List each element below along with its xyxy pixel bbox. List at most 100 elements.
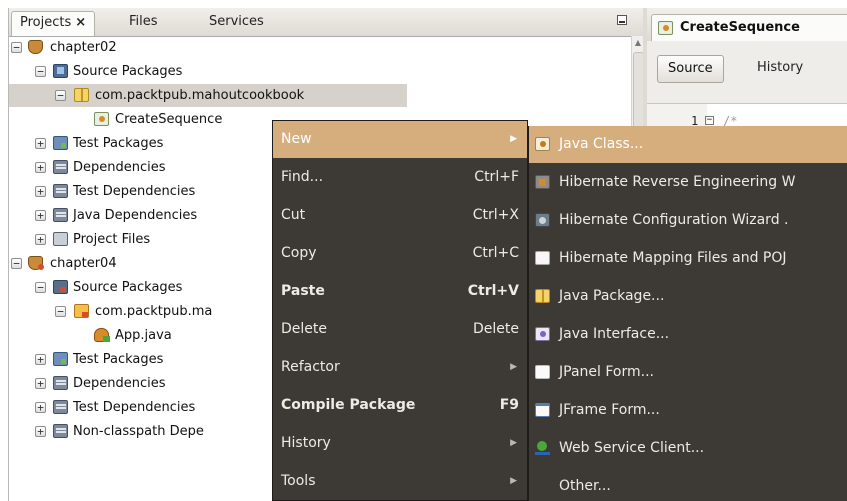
tree-node-label: Java Dependencies	[73, 208, 198, 223]
expand-icon[interactable]: +	[35, 402, 46, 413]
panel-tab-strip: Projects × Files Services	[9, 8, 643, 37]
collapse-icon[interactable]: −	[35, 282, 46, 293]
expand-icon[interactable]: +	[35, 138, 46, 149]
submenu-item-hibernate-config[interactable]: Hibernate Configuration Wizard .	[529, 202, 847, 239]
tree-node-label: Test Dependencies	[73, 184, 196, 199]
tree-node-label: App.java	[115, 328, 172, 343]
expand-icon[interactable]: +	[35, 186, 46, 197]
menu-item-label: Copy	[281, 245, 317, 261]
editor-tab[interactable]: CreateSequence	[651, 14, 847, 41]
submenu-arrow-icon: ▶	[510, 362, 517, 372]
close-icon[interactable]: ×	[75, 15, 86, 30]
editor-toolbar: Source History	[647, 41, 847, 104]
submenu-item-jpanel-form[interactable]: JPanel Form...	[529, 354, 847, 391]
tree-node-label: com.packtpub.ma	[95, 304, 213, 319]
editor-tab-title: CreateSequence	[680, 20, 800, 35]
menu-item-label: Cut	[281, 207, 306, 223]
tab-projects-label: Projects	[20, 15, 72, 30]
tab-files[interactable]: Files	[121, 11, 166, 35]
menu-item-new[interactable]: New ▶	[273, 121, 527, 158]
tree-node-label: Dependencies	[73, 160, 166, 175]
library-icon	[53, 376, 68, 390]
project-files-icon	[53, 232, 68, 246]
submenu-item-label: JFrame Form...	[559, 402, 660, 418]
editor-tab-strip: CreateSequence	[647, 8, 847, 41]
submenu-item-java-class[interactable]: Java Class...	[529, 126, 847, 163]
menu-item-cut[interactable]: Cut Ctrl+X	[273, 197, 527, 234]
collapse-icon[interactable]: −	[55, 306, 66, 317]
menu-item-label: Paste	[281, 283, 325, 299]
menu-item-tools[interactable]: Tools ▶	[273, 463, 527, 500]
library-icon	[53, 424, 68, 438]
tree-node-label: Source Packages	[73, 280, 183, 295]
library-icon	[53, 160, 68, 174]
menu-item-paste[interactable]: Paste Ctrl+V	[273, 273, 527, 310]
tree-node-package-selected[interactable]: − com.packtpub.mahoutcookbook	[9, 84, 407, 107]
submenu-item-jframe-form[interactable]: JFrame Form...	[529, 392, 847, 429]
menu-item-shortcut: F9	[499, 397, 519, 413]
tree-node-chapter02[interactable]: − chapter02	[9, 36, 609, 59]
menu-item-label: Delete	[281, 321, 327, 337]
menu-item-copy[interactable]: Copy Ctrl+C	[273, 235, 527, 272]
menu-item-find[interactable]: Find... Ctrl+F	[273, 159, 527, 196]
submenu-item-hibernate-mapping[interactable]: Hibernate Mapping Files and POJ	[529, 240, 847, 277]
expand-icon[interactable]: +	[35, 378, 46, 389]
submenu-item-label: Java Package...	[559, 288, 665, 304]
collapse-icon[interactable]: −	[55, 90, 66, 101]
menu-item-shortcut: Delete	[473, 321, 519, 337]
java-file-icon	[94, 112, 109, 126]
menu-item-compile-package[interactable]: Compile Package F9	[273, 387, 527, 424]
collapse-icon[interactable]: −	[11, 258, 22, 269]
test-packages-icon	[53, 136, 68, 150]
java-class-icon	[535, 137, 550, 151]
history-button[interactable]: History	[757, 55, 803, 83]
submenu-item-label: JPanel Form...	[559, 364, 654, 380]
minimize-window-icon[interactable]	[617, 15, 627, 25]
tree-node-source-packages[interactable]: − Source Packages	[9, 60, 609, 83]
submenu-item-label: Hibernate Mapping Files and POJ	[559, 250, 787, 266]
source-packages-error-icon	[53, 280, 68, 294]
library-icon	[53, 400, 68, 414]
tab-services[interactable]: Services	[201, 11, 272, 35]
menu-item-label: Refactor	[281, 359, 340, 375]
submenu-item-other[interactable]: Other...	[529, 468, 847, 501]
submenu-item-web-service-client[interactable]: Web Service Client...	[529, 430, 847, 467]
expand-icon[interactable]: +	[35, 234, 46, 245]
submenu-item-label: Hibernate Reverse Engineering W	[559, 174, 796, 190]
submenu-item-label: Other...	[559, 478, 611, 494]
menu-item-label: Find...	[281, 169, 324, 185]
menu-item-history[interactable]: History ▶	[273, 425, 527, 462]
hibernate-config-icon	[535, 213, 550, 227]
library-icon	[53, 208, 68, 222]
tree-node-label: Test Packages	[73, 136, 164, 151]
fold-icon[interactable]: −	[705, 116, 714, 125]
source-button[interactable]: Source	[657, 55, 724, 83]
tree-node-label: Dependencies	[73, 376, 166, 391]
submenu-item-label: Web Service Client...	[559, 440, 705, 456]
context-menu: New ▶ Find... Ctrl+F Cut Ctrl+X Copy Ctr…	[272, 120, 528, 501]
tab-projects[interactable]: Projects ×	[11, 11, 96, 36]
expand-icon[interactable]: +	[35, 210, 46, 221]
maven-project-icon	[28, 40, 43, 54]
java-package-icon	[535, 289, 550, 303]
menu-item-refactor[interactable]: Refactor ▶	[273, 349, 527, 386]
menu-item-label: Tools	[281, 473, 316, 489]
expand-icon[interactable]: +	[35, 426, 46, 437]
submenu-item-label: Hibernate Configuration Wizard .	[559, 212, 789, 228]
tree-node-label: Project Files	[73, 232, 151, 247]
submenu-item-java-package[interactable]: Java Package...	[529, 278, 847, 315]
expand-icon[interactable]: +	[35, 354, 46, 365]
submenu-item-java-interface[interactable]: Java Interface...	[529, 316, 847, 353]
ide-window: Projects × Files Services − chapter02 − S…	[8, 8, 847, 501]
expand-icon[interactable]: +	[35, 162, 46, 173]
menu-item-shortcut: Ctrl+V	[467, 283, 519, 299]
submenu-arrow-icon: ▶	[510, 134, 517, 144]
menu-item-shortcut: Ctrl+C	[472, 245, 519, 261]
collapse-icon[interactable]: −	[35, 66, 46, 77]
menu-item-shortcut: Ctrl+F	[474, 169, 519, 185]
menu-item-delete[interactable]: Delete Delete	[273, 311, 527, 348]
submenu-item-hibernate-reverse[interactable]: Hibernate Reverse Engineering W	[529, 164, 847, 201]
new-submenu: Java Class... Hibernate Reverse Engineer…	[528, 126, 847, 501]
source-packages-icon	[53, 64, 68, 78]
collapse-icon[interactable]: −	[11, 42, 22, 53]
